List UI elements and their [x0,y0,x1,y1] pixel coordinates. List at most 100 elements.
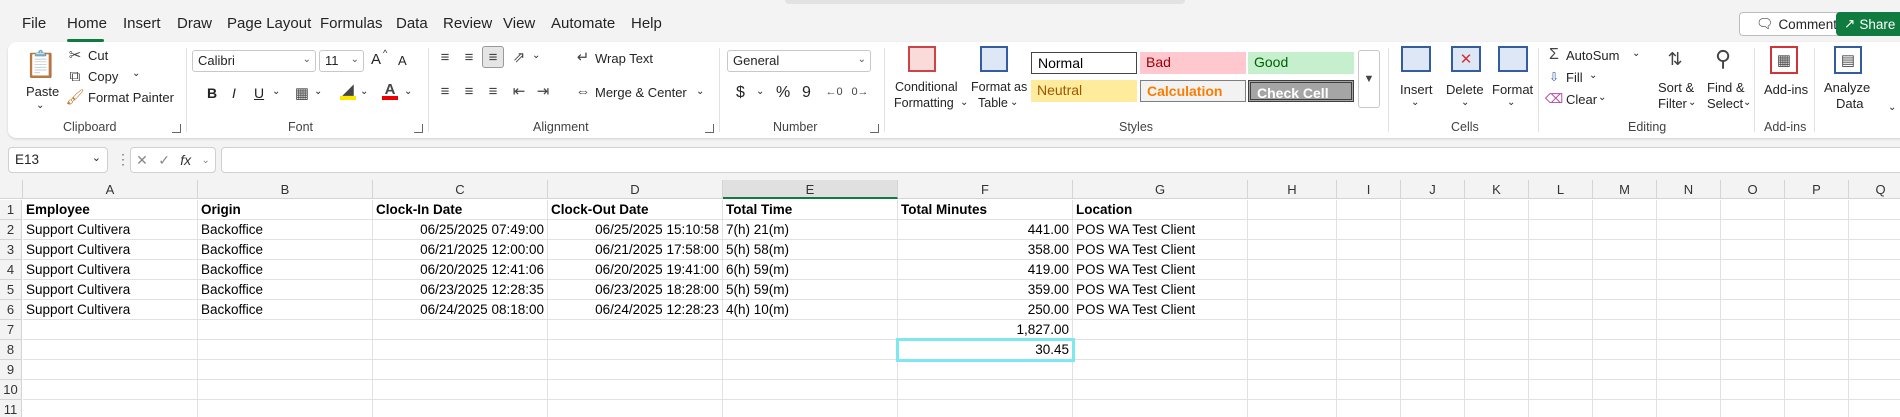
increase-decimal-icon[interactable]: ←0 [824,82,844,102]
grow-font-button[interactable]: A [371,51,381,68]
cell-i9[interactable] [1337,360,1401,380]
cell-e6[interactable]: 4(h) 10(m) [723,300,898,320]
cut-button[interactable]: Cut [88,48,108,63]
cell-b5[interactable]: Backoffice [198,280,373,300]
wrap-text-button[interactable]: Wrap Text [595,51,653,66]
cell-n10[interactable] [1657,380,1721,400]
scissors-icon[interactable]: ✂ [68,47,82,64]
cell-j6[interactable] [1401,300,1465,320]
autosum-icon[interactable]: Σ [1546,46,1562,64]
format-chevron-icon[interactable]: ⌄ [1507,97,1515,108]
formula-input[interactable] [221,147,1900,173]
cell-b7[interactable] [198,320,373,340]
cell-b8[interactable] [198,340,373,360]
cell-f4[interactable]: 419.00 [898,260,1073,280]
font-name-combo[interactable]: Calibri ⌄ [192,50,316,72]
align-top-icon[interactable]: ≡ [436,48,454,66]
cell-q7[interactable] [1849,320,1900,340]
row-header-9[interactable]: 9 [0,360,22,380]
cell-d9[interactable] [548,360,723,380]
format-as-table-icon[interactable] [980,46,1008,72]
align-left-icon[interactable]: ≡ [436,82,454,100]
row-header-5[interactable]: 5 [0,280,22,300]
cell-e2[interactable]: 7(h) 21(m) [723,220,898,240]
tab-help[interactable]: Help [631,15,662,32]
cell-f7[interactable]: 1,827.00 [898,320,1073,340]
currency-button[interactable]: $ [736,84,745,102]
tab-insert[interactable]: Insert [123,15,161,32]
cell-j3[interactable] [1401,240,1465,260]
add-ins-icon[interactable]: ▦ [1770,46,1798,74]
cell-g2[interactable]: POS WA Test Client [1073,220,1248,240]
cell-c3[interactable]: 06/21/2025 12:00:00 [373,240,548,260]
cell-q1[interactable] [1849,200,1900,220]
copy-chevron-icon[interactable]: ⌄ [132,68,140,79]
cell-p6[interactable] [1785,300,1849,320]
column-header-m[interactable]: M [1593,180,1657,199]
align-bottom-icon[interactable]: ≡ [482,46,504,68]
cancel-icon[interactable]: ✕ [136,152,148,169]
cell-a3[interactable]: Support Cultivera [23,240,198,260]
cell-e10[interactable] [723,380,898,400]
paste-button[interactable]: Paste [26,84,59,99]
cell-g9[interactable] [1073,360,1248,380]
fill-color-icon[interactable]: ◢ [340,81,356,100]
cell-m8[interactable] [1593,340,1657,360]
find-select-label-2[interactable]: Select [1707,96,1743,111]
cell-l4[interactable] [1529,260,1593,280]
cell-m2[interactable] [1593,220,1657,240]
cell-j10[interactable] [1401,380,1465,400]
fill-icon[interactable]: ⇩ [1546,68,1562,86]
cell-k3[interactable] [1465,240,1529,260]
style-calculation[interactable]: Calculation [1140,80,1246,102]
decrease-decimal-icon[interactable]: 0→ [850,82,870,102]
cell-p10[interactable] [1785,380,1849,400]
chevron-down-icon[interactable]: ⌄ [201,155,209,166]
cell-c6[interactable]: 06/24/2025 08:18:00 [373,300,548,320]
cell-o2[interactable] [1721,220,1785,240]
cell-e8[interactable] [723,340,898,360]
wrap-text-icon[interactable]: ↵ [574,48,592,66]
row-header-11[interactable]: 11 [0,400,22,417]
cell-g7[interactable] [1073,320,1248,340]
cell-o4[interactable] [1721,260,1785,280]
delete-chevron-icon[interactable]: ⌄ [1461,97,1469,108]
cell-o6[interactable] [1721,300,1785,320]
cell-d6[interactable]: 06/24/2025 12:28:23 [548,300,723,320]
row-header-1[interactable]: 1 [0,200,22,220]
cell-p4[interactable] [1785,260,1849,280]
alignment-launcher-icon[interactable] [705,124,714,133]
tab-file[interactable]: File [22,15,46,32]
column-header-j[interactable]: J [1401,180,1465,199]
font-launcher-icon[interactable] [414,124,423,133]
cell-i7[interactable] [1337,320,1401,340]
cell-c9[interactable] [373,360,548,380]
cell-l10[interactable] [1529,380,1593,400]
cell-a11[interactable] [23,400,198,417]
style-neutral[interactable]: Neutral [1031,80,1137,102]
cell-o5[interactable] [1721,280,1785,300]
column-header-g[interactable]: G [1073,180,1248,199]
cell-j7[interactable] [1401,320,1465,340]
analyze-data-button[interactable]: Analyze [1824,80,1870,95]
cell-o9[interactable] [1721,360,1785,380]
cell-e7[interactable] [723,320,898,340]
tab-draw[interactable]: Draw [177,15,212,32]
cell-k7[interactable] [1465,320,1529,340]
column-header-k[interactable]: K [1465,180,1529,199]
cell-q9[interactable] [1849,360,1900,380]
column-header-l[interactable]: L [1529,180,1593,199]
column-header-h[interactable]: H [1248,180,1337,199]
cell-g1[interactable]: Location [1073,200,1248,220]
fill-button[interactable]: Fill [1566,70,1583,85]
comma-style-button[interactable]: 9 [802,84,811,102]
cell-j4[interactable] [1401,260,1465,280]
cell-c7[interactable] [373,320,548,340]
cell-e1[interactable]: Total Time [723,200,898,220]
cell-k9[interactable] [1465,360,1529,380]
underline-chevron-icon[interactable]: ⌄ [272,86,280,97]
align-middle-icon[interactable]: ≡ [460,48,478,66]
cell-c4[interactable]: 06/20/2025 12:41:06 [373,260,548,280]
row-header-2[interactable]: 2 [0,220,22,240]
cell-p5[interactable] [1785,280,1849,300]
